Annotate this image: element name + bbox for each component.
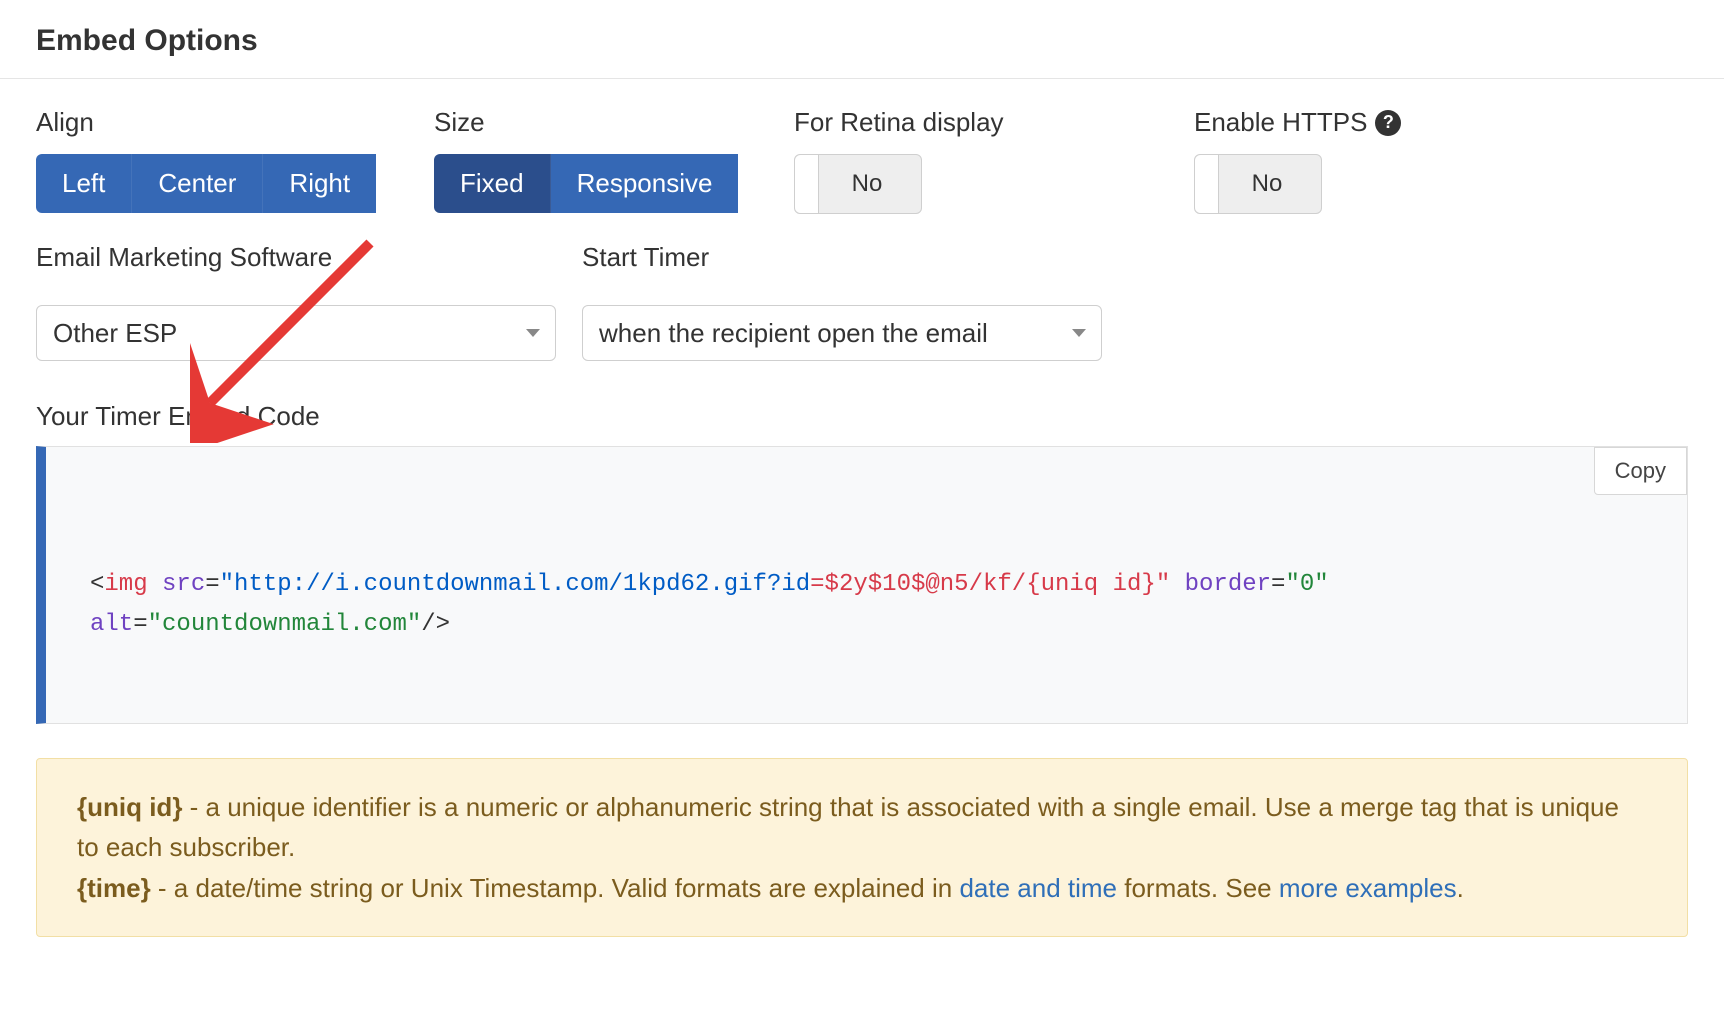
code-attr-src: src xyxy=(162,571,205,598)
embed-code-block: Copy <img src="http://i.countdownmail.co… xyxy=(36,446,1688,724)
code-url-var: =$2y$10$@n5/kf/{uniq id}" xyxy=(810,571,1170,598)
size-button-group: Fixed Responsive xyxy=(434,154,754,213)
time-desc-3: . xyxy=(1457,873,1464,903)
size-responsive-button[interactable]: Responsive xyxy=(551,154,739,213)
esp-label: Email Marketing Software xyxy=(36,242,556,273)
time-token: {time} xyxy=(77,873,151,903)
toggle-handle xyxy=(1195,155,1219,213)
size-fixed-button[interactable]: Fixed xyxy=(434,154,551,213)
more-examples-link[interactable]: more examples xyxy=(1279,873,1457,903)
toggle-handle xyxy=(795,155,819,213)
size-label: Size xyxy=(434,107,754,138)
https-toggle[interactable]: No xyxy=(1194,154,1322,214)
start-timer-label: Start Timer xyxy=(582,242,1102,273)
date-time-link[interactable]: date and time xyxy=(959,873,1117,903)
align-right-button[interactable]: Right xyxy=(263,154,376,213)
code-close: /> xyxy=(421,611,450,638)
code-attr-border: border xyxy=(1185,571,1271,598)
align-left-button[interactable]: Left xyxy=(36,154,132,213)
help-icon[interactable]: ? xyxy=(1375,110,1401,136)
code-alt-val: "countdownmail.com" xyxy=(148,611,422,638)
embed-code-label: Your Timer Embed Code xyxy=(36,401,1688,432)
code-border-val: "0" xyxy=(1285,571,1328,598)
align-button-group: Left Center Right xyxy=(36,154,394,213)
copy-button[interactable]: Copy xyxy=(1594,447,1687,495)
retina-label: For Retina display xyxy=(794,107,1154,138)
esp-select[interactable]: Other ESP xyxy=(36,305,556,361)
retina-toggle[interactable]: No xyxy=(794,154,922,214)
info-callout: {uniq id} - a unique identifier is a num… xyxy=(36,758,1688,937)
align-center-button[interactable]: Center xyxy=(132,154,263,213)
time-desc-1: - a date/time string or Unix Timestamp. … xyxy=(151,873,960,903)
start-timer-select[interactable]: when the recipient open the email xyxy=(582,305,1102,361)
uniq-id-desc: - a unique identifier is a numeric or al… xyxy=(77,792,1619,862)
page-title: Embed Options xyxy=(36,24,1688,58)
align-label: Align xyxy=(36,107,394,138)
time-desc-2: formats. See xyxy=(1117,873,1279,903)
code-tag: img xyxy=(104,571,147,598)
https-label: Enable HTTPS xyxy=(1194,107,1367,138)
code-attr-alt: alt xyxy=(90,611,133,638)
code-url: "http://i.countdownmail.com/1kpd62.gif?i… xyxy=(220,571,811,598)
uniq-id-token: {uniq id} xyxy=(77,792,182,822)
